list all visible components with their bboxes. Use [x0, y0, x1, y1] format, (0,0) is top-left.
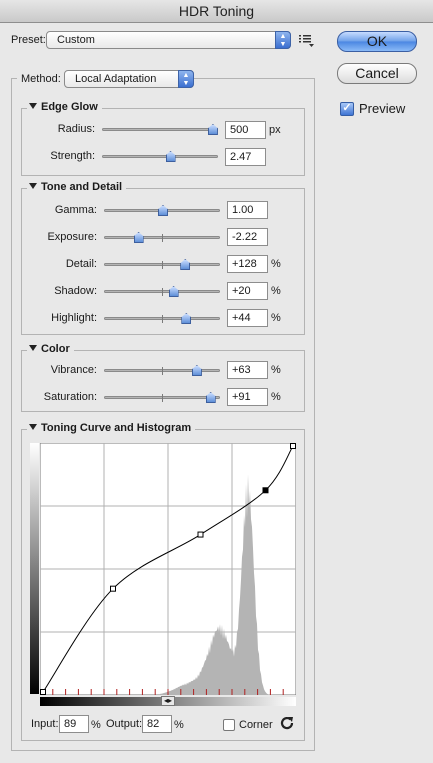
dropdown-arrows-icon: ▲ ▼	[178, 70, 194, 88]
method-dropdown[interactable]: Local Adaptation ▲ ▼	[64, 70, 194, 88]
edge-glow-header[interactable]: Edge Glow	[27, 101, 102, 114]
vibrance-unit: %	[271, 364, 281, 376]
tone-detail-title: Tone and Detail	[41, 181, 123, 193]
output-field[interactable]: 82	[142, 715, 172, 733]
shadow-field[interactable]: +20	[227, 282, 268, 300]
vibrance-label: Vibrance:	[50, 364, 97, 376]
radius-label: Radius:	[57, 123, 95, 135]
shadow-label: Shadow:	[54, 285, 97, 297]
cancel-button[interactable]: Cancel	[337, 63, 417, 84]
curve-point[interactable]	[197, 531, 204, 538]
gamma-label: Gamma:	[54, 204, 97, 216]
color-header[interactable]: Color	[27, 343, 74, 356]
reset-curve-icon[interactable]	[280, 716, 294, 730]
radius-slider[interactable]	[102, 124, 218, 135]
gamma-field[interactable]: 1.00	[227, 201, 268, 219]
input-field[interactable]: 89	[59, 715, 89, 733]
dropdown-arrows-icon: ▲ ▼	[275, 31, 291, 49]
radius-unit: px	[269, 124, 281, 136]
slider-center-tick	[162, 315, 163, 323]
saturation-field[interactable]: +91	[227, 388, 268, 406]
curve-point[interactable]	[262, 487, 269, 494]
input-label: Input:	[31, 718, 59, 730]
radius-field[interactable]: 500	[225, 121, 266, 139]
disclosure-triangle-icon	[29, 183, 37, 189]
exposure-slider[interactable]	[104, 232, 220, 243]
saturation-label: Saturation:	[43, 391, 97, 403]
corner-checkbox[interactable]	[223, 719, 235, 731]
disclosure-triangle-icon	[29, 424, 37, 430]
preset-options-icon[interactable]	[299, 33, 315, 47]
slider-center-tick	[162, 261, 163, 269]
toning-curve-header[interactable]: Toning Curve and Histogram	[27, 422, 196, 435]
preset-dropdown[interactable]: Custom ▲ ▼	[46, 31, 291, 49]
vibrance-slider[interactable]	[104, 365, 220, 376]
preset-label: Preset:	[11, 34, 46, 46]
strength-label: Strength:	[50, 150, 95, 162]
input-slider-handle-icon[interactable]: ◂▸	[161, 696, 175, 706]
toning-curve-title: Toning Curve and Histogram	[41, 422, 192, 434]
window-title: HDR Toning	[0, 0, 433, 23]
output-unit: %	[174, 719, 184, 731]
highlight-slider[interactable]	[104, 313, 220, 324]
shadow-slider[interactable]	[104, 286, 220, 297]
input-unit: %	[91, 719, 101, 731]
slider-center-tick	[162, 234, 163, 242]
saturation-unit: %	[271, 391, 281, 403]
disclosure-triangle-icon	[29, 103, 37, 109]
gamma-slider[interactable]	[104, 205, 220, 216]
detail-field[interactable]: +128	[227, 255, 268, 273]
tone-detail-header[interactable]: Tone and Detail	[27, 181, 127, 194]
shadow-unit: %	[271, 285, 281, 297]
curve-point[interactable]	[290, 443, 296, 449]
exposure-field[interactable]: -2.22	[227, 228, 268, 246]
curve-point[interactable]	[110, 585, 116, 592]
slider-center-tick	[162, 367, 163, 375]
detail-unit: %	[271, 258, 281, 270]
highlight-field[interactable]: +44	[227, 309, 268, 327]
curve-point[interactable]	[40, 689, 46, 695]
edge-glow-title: Edge Glow	[41, 101, 98, 113]
corner-label: Corner	[239, 719, 273, 731]
method-value: Local Adaptation	[75, 73, 157, 85]
highlight-label: Highlight:	[51, 312, 97, 324]
method-label: Method:	[17, 71, 65, 87]
preview-checkbox[interactable]: ✓	[340, 102, 354, 116]
preview-label: Preview	[359, 101, 406, 116]
vibrance-field[interactable]: +63	[227, 361, 268, 379]
detail-label: Detail:	[65, 258, 97, 270]
strength-slider[interactable]	[102, 151, 218, 162]
saturation-slider[interactable]	[104, 392, 220, 403]
exposure-label: Exposure:	[47, 231, 97, 243]
preset-value: Custom	[57, 34, 95, 46]
ok-button[interactable]: OK	[337, 31, 417, 52]
toning-curve-graph[interactable]	[40, 443, 296, 695]
color-title: Color	[41, 343, 70, 355]
disclosure-triangle-icon	[29, 345, 37, 351]
output-gradient-bar	[30, 443, 39, 694]
detail-slider[interactable]	[104, 259, 220, 270]
output-label: Output:	[106, 718, 143, 730]
strength-field[interactable]: 2.47	[225, 148, 266, 166]
slider-center-tick	[162, 288, 163, 296]
slider-center-tick	[162, 394, 163, 402]
highlight-unit: %	[271, 312, 281, 324]
